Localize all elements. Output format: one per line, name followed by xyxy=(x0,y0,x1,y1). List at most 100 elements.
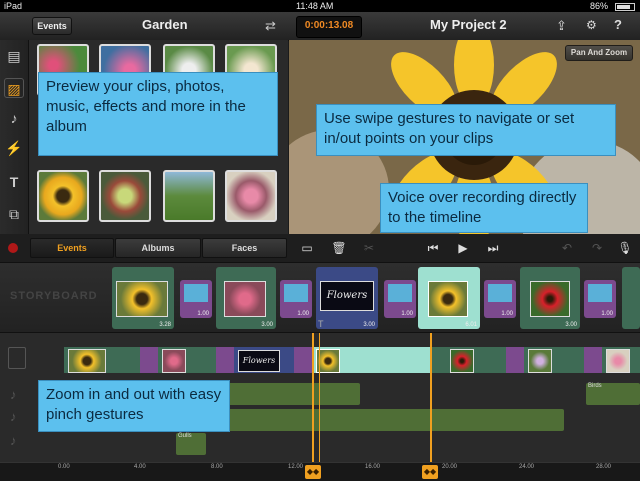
skip-forward-icon[interactable]: ⏭ xyxy=(483,238,503,258)
storyboard-transition[interactable]: 1.00 xyxy=(280,280,312,318)
storyboard-transition[interactable]: 1.00 xyxy=(180,280,212,318)
thumbnail-roses[interactable] xyxy=(225,170,277,222)
tab-events[interactable]: Events xyxy=(30,238,114,258)
storyboard-transition[interactable]: 1.00 xyxy=(484,280,516,318)
filmstrip-icon[interactable]: ▭ xyxy=(297,238,317,258)
storyboard-label: STORYBOARD xyxy=(10,290,98,302)
timeline-title-clip[interactable]: Flowers xyxy=(234,347,294,373)
playhead[interactable] xyxy=(319,333,320,463)
project-title: My Project 2 xyxy=(430,17,507,32)
clip-thumbnail xyxy=(530,281,570,317)
timeline-thumbnail xyxy=(528,349,552,373)
ruler-tick: 28.00 xyxy=(596,464,612,470)
timeline-clip[interactable] xyxy=(158,347,216,373)
title-clip-text: Flowers xyxy=(320,281,374,311)
ruler-tick: 4.00 xyxy=(134,464,146,470)
status-bar: iPad 11:48 AM 86% xyxy=(0,0,640,12)
thumbnail-sunflower[interactable] xyxy=(37,170,89,222)
transfer-icon[interactable]: ⇄ xyxy=(265,18,276,34)
photo-browser-icon[interactable]: ▨ xyxy=(4,78,24,98)
settings-icon[interactable]: ⚙ xyxy=(586,18,597,32)
clock: 11:48 AM xyxy=(296,1,334,11)
clip-duration: 3.00 xyxy=(261,322,273,328)
storyboard: STORYBOARD 3.28 1.00 3.00 1.00 Flowers T… xyxy=(0,262,640,333)
overlay-icon[interactable]: ⧉ xyxy=(4,204,24,224)
audio-clip-gulls[interactable]: Gulls xyxy=(176,433,206,455)
clip-duration: 3.28 xyxy=(159,322,171,328)
callout-preview-clips: Preview your clips, photos, music, effec… xyxy=(38,72,278,156)
timeline-transition[interactable] xyxy=(506,347,524,373)
callout-swipe: Use swipe gestures to navigate or set in… xyxy=(316,104,616,156)
timeline-clip[interactable] xyxy=(64,347,140,373)
audio-clip-label: Gulls xyxy=(178,433,192,439)
video-icon[interactable]: ▤ xyxy=(4,46,24,66)
timeline-clip[interactable] xyxy=(430,347,506,373)
in-point-handle[interactable]: ◆◆ xyxy=(305,465,321,479)
undo-icon[interactable]: ↶ xyxy=(557,238,577,258)
text-icon[interactable]: T xyxy=(4,172,24,192)
ruler-tick: 20.00 xyxy=(442,464,458,470)
audio-clip[interactable] xyxy=(210,409,564,431)
trash-icon[interactable]: 🗑 xyxy=(329,238,349,258)
transition-duration: 1.00 xyxy=(601,311,613,317)
help-icon[interactable]: ? xyxy=(614,17,622,32)
audio-track-icon: ♪ xyxy=(10,433,17,448)
storyboard-clip-selected[interactable]: 6.01 xyxy=(418,267,480,329)
clip-thumbnail xyxy=(428,281,468,317)
tab-albums[interactable]: Albums xyxy=(115,238,201,258)
storyboard-clip[interactable]: 3.28 xyxy=(112,267,174,329)
skip-back-icon[interactable]: ⏮ xyxy=(423,238,443,258)
timeline-transition[interactable] xyxy=(584,347,602,373)
timeline-title-text: Flowers xyxy=(238,350,280,372)
timeline-transition[interactable] xyxy=(140,347,158,373)
redo-icon[interactable]: ↷ xyxy=(587,238,607,258)
timeline-clip-selected[interactable] xyxy=(312,347,430,373)
ruler-tick: 16.00 xyxy=(365,464,381,470)
callout-voice-over: Voice over recording directly to the tim… xyxy=(380,183,588,233)
thumbnail-apples[interactable] xyxy=(99,170,151,222)
transport-bar: ▭ 🗑 ✂ ⏮ ▶ ⏭ ↶ ↷ 🎙 xyxy=(289,234,640,262)
audio-track-icon: ♪ xyxy=(10,387,17,402)
storyboard-title-clip[interactable]: Flowers T 3.00 xyxy=(316,267,378,329)
music-icon[interactable]: ♪ xyxy=(4,108,24,128)
transition-duration: 1.00 xyxy=(197,311,209,317)
effects-icon[interactable]: ⚡ xyxy=(4,138,24,158)
transition-icon xyxy=(488,284,512,302)
storyboard-clip[interactable]: 3.00 xyxy=(520,267,580,329)
battery-icon xyxy=(615,3,635,11)
share-icon[interactable]: ⇪ xyxy=(556,18,567,34)
microphone-icon[interactable]: 🎙 xyxy=(615,238,635,258)
transition-duration: 1.00 xyxy=(401,311,413,317)
split-icon[interactable]: ✂ xyxy=(359,238,379,258)
ruler-tick: 12.00 xyxy=(288,464,304,470)
record-button-icon[interactable] xyxy=(8,243,18,253)
storyboard-transition[interactable]: 1.00 xyxy=(584,280,616,318)
timeline-clip[interactable] xyxy=(602,347,640,373)
events-button[interactable]: Events xyxy=(32,17,72,35)
in-point-marker[interactable] xyxy=(312,333,314,463)
tab-faces[interactable]: Faces xyxy=(202,238,287,258)
audio-clip-label: Birds xyxy=(588,383,602,389)
text-icon: T xyxy=(318,319,324,329)
storyboard-clip[interactable]: 3.00 xyxy=(216,267,276,329)
clip-thumbnail xyxy=(224,281,266,317)
timecode-display: 0:00:13.08 xyxy=(296,16,362,38)
media-toolbar: ▤ ▨ ♪ ⚡ T ⧉ ● xyxy=(0,40,29,262)
album-title: Garden xyxy=(142,17,188,32)
play-icon[interactable]: ▶ xyxy=(453,238,473,258)
browser-tab-bar: Events Albums Faces xyxy=(0,234,289,262)
pan-and-zoom-button[interactable]: Pan And Zoom xyxy=(565,45,633,61)
device-label: iPad xyxy=(4,1,23,11)
storyboard-clip[interactable] xyxy=(622,267,640,329)
storyboard-transition[interactable]: 1.00 xyxy=(384,280,416,318)
time-ruler[interactable]: 0.00 4.00 8.00 12.00 16.00 20.00 24.00 2… xyxy=(0,462,640,481)
transition-icon xyxy=(284,284,308,302)
audio-clip-birds[interactable]: Birds xyxy=(586,383,640,405)
timeline-clip[interactable] xyxy=(524,347,584,373)
timeline-transition[interactable] xyxy=(294,347,312,373)
thumbnail-tree[interactable] xyxy=(163,170,215,222)
title-bar: Events Garden ⇄ 0:00:13.08 My Project 2 … xyxy=(0,12,640,41)
out-point-handle[interactable]: ◆◆ xyxy=(422,465,438,479)
timeline-transition[interactable] xyxy=(216,347,234,373)
out-point-marker[interactable] xyxy=(430,333,432,463)
